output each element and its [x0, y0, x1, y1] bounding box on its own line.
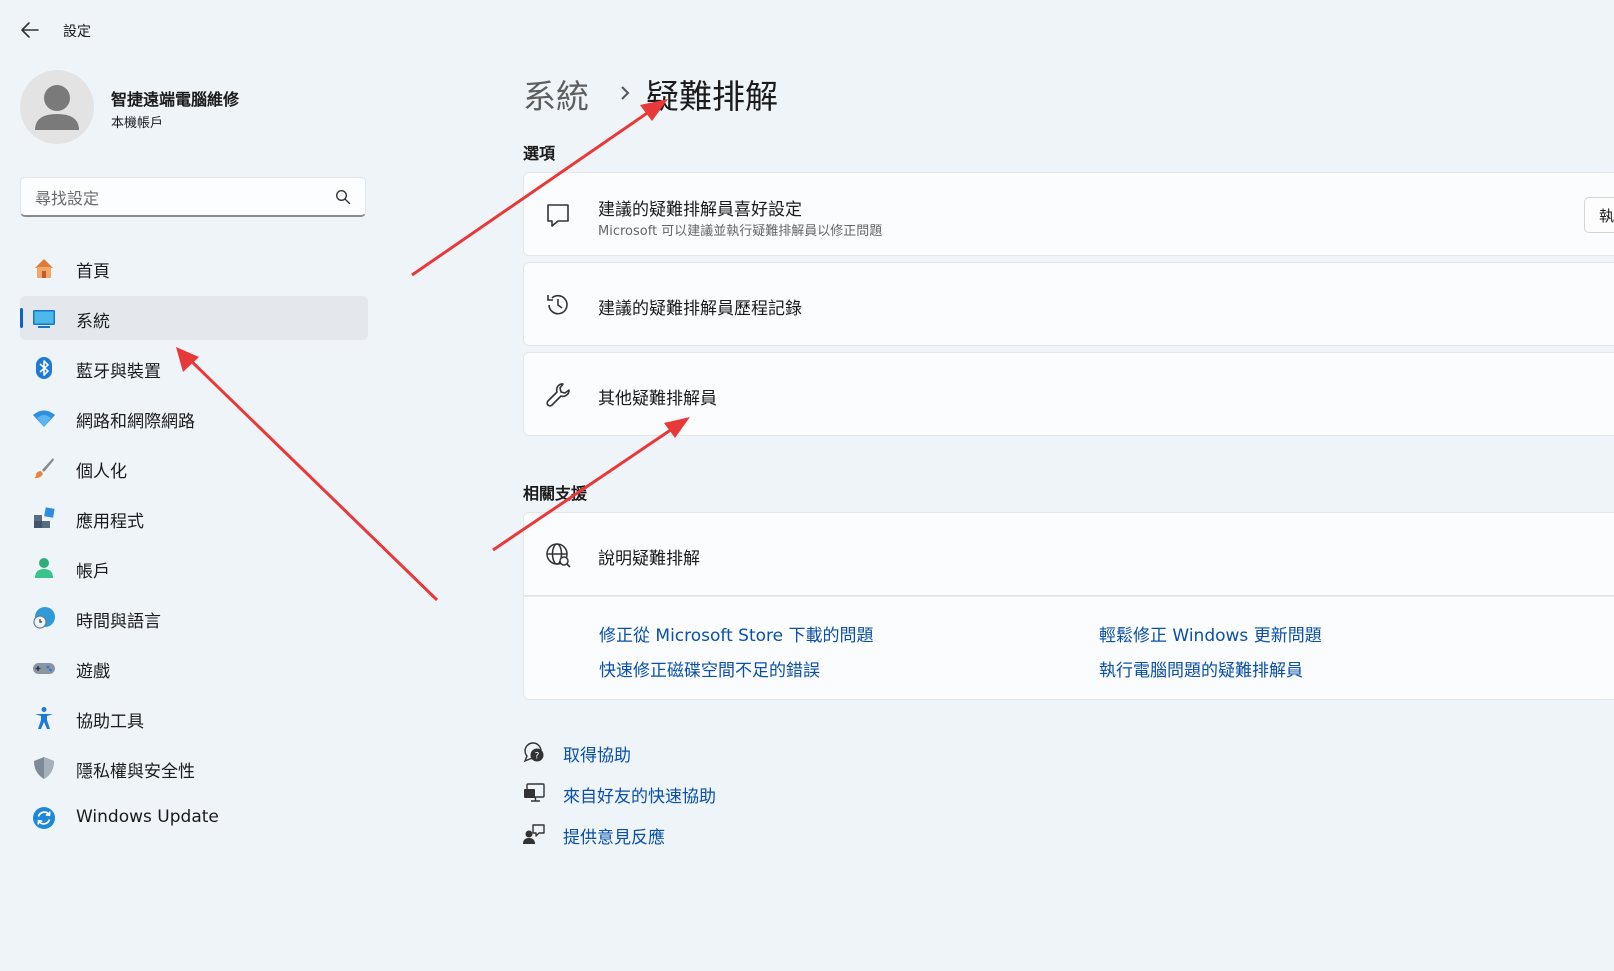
- link-fix-windows-update[interactable]: 輕鬆修正 Windows 更新問題: [1099, 621, 1322, 646]
- card-title: 建議的疑難排解員喜好設定: [598, 200, 802, 220]
- other-troubleshooters-card[interactable]: 其他疑難排解員: [523, 352, 1614, 436]
- sidebar-item-personalization[interactable]: 個人化: [20, 446, 368, 490]
- sidebar-nav: 首頁 系統 藍牙與裝置 網路和網際網路 個人化 應用程式 帳戶 時間與語言 遊戲…: [20, 246, 368, 846]
- sidebar-item-home[interactable]: 首頁: [20, 246, 368, 290]
- search-icon[interactable]: [335, 189, 351, 205]
- person-avatar-icon: [35, 85, 79, 130]
- sidebar-item-privacy-security[interactable]: 隱私權與安全性: [20, 746, 368, 790]
- avatar: [20, 70, 94, 144]
- wifi-icon: [33, 410, 55, 427]
- user-profile[interactable]: 智捷遠端電腦維修 本機帳戶: [20, 70, 380, 144]
- title-bar: 設定: [0, 0, 600, 60]
- sidebar-item-accounts[interactable]: 帳戶: [20, 546, 368, 590]
- related-support-heading: 相關支援: [523, 484, 588, 503]
- profile-name: 智捷遠端電腦維修: [111, 90, 240, 109]
- link-fix-low-disk-space[interactable]: 快速修正磁碟空間不足的錯誤: [599, 656, 820, 681]
- recommended-troubleshooter-preferences-card[interactable]: 建議的疑難排解員喜好設定 Microsoft 可以建議並執行疑難排解員以修正問題…: [523, 172, 1614, 256]
- sidebar-item-time-language[interactable]: 時間與語言: [20, 596, 368, 640]
- remote-assist-icon: [524, 783, 545, 802]
- sidebar-item-bluetooth[interactable]: 藍牙與裝置: [20, 346, 368, 390]
- troubleshooting-help-card[interactable]: 說明疑難排解: [523, 512, 1614, 596]
- profile-account-type: 本機帳戶: [111, 116, 164, 131]
- apps-icon: [34, 507, 55, 528]
- arrow-left-icon[interactable]: [18, 18, 42, 42]
- sidebar-item-accessibility[interactable]: 協助工具: [20, 696, 368, 740]
- svg-text:?: ?: [535, 752, 540, 762]
- app-title: 設定: [63, 24, 91, 40]
- feedback-icon: [523, 824, 545, 844]
- home-icon: [35, 259, 53, 278]
- paintbrush-icon: [34, 458, 54, 479]
- chevron-right-icon: [621, 86, 630, 100]
- monitor-icon: [33, 310, 55, 328]
- globe-clock-icon: [33, 607, 55, 629]
- sidebar-item-apps[interactable]: 應用程式: [20, 496, 368, 540]
- breadcrumb-parent[interactable]: 系統: [523, 70, 589, 118]
- accessibility-icon: [35, 707, 53, 729]
- link-run-pc-troubleshooter[interactable]: 執行電腦問題的疑難排解員: [1099, 656, 1303, 681]
- card-title: 其他疑難排解員: [598, 389, 717, 409]
- preference-dropdown-button[interactable]: 執: [1584, 197, 1614, 233]
- shield-icon: [34, 757, 54, 779]
- person-icon: [35, 558, 53, 578]
- recommended-troubleshooter-history-card[interactable]: 建議的疑難排解員歷程記錄: [523, 262, 1614, 346]
- options-heading: 選項: [523, 144, 556, 163]
- wrench-icon: [546, 383, 570, 407]
- card-title: 建議的疑難排解員歷程記錄: [598, 299, 802, 319]
- sidebar-item-network[interactable]: 網路和網際網路: [20, 396, 368, 440]
- troubleshooting-links: 修正從 Microsoft Store 下載的問題 輕鬆修正 Windows 更…: [523, 596, 1614, 700]
- card-title: 說明疑難排解: [598, 549, 700, 569]
- help-chat-icon: ?: [523, 742, 544, 763]
- history-icon: [547, 294, 568, 315]
- link-fix-microsoft-store-downloads[interactable]: 修正從 Microsoft Store 下載的問題: [599, 621, 874, 646]
- search-input[interactable]: [33, 186, 327, 210]
- globe-search-icon: [546, 543, 571, 568]
- page-title: 疑難排解: [646, 77, 778, 116]
- card-subtitle: Microsoft 可以建議並執行疑難排解員以修正問題: [598, 224, 883, 239]
- sidebar-item-gaming[interactable]: 遊戲: [20, 646, 368, 690]
- bluetooth-icon: [36, 357, 52, 379]
- chat-bubble-icon: [547, 204, 569, 227]
- windows-update-icon: [33, 807, 55, 829]
- sidebar-item-system[interactable]: 系統: [20, 296, 368, 340]
- search-box[interactable]: [20, 177, 366, 217]
- gamepad-icon: [33, 663, 55, 674]
- sidebar-item-windows-update[interactable]: Windows Update: [20, 796, 368, 840]
